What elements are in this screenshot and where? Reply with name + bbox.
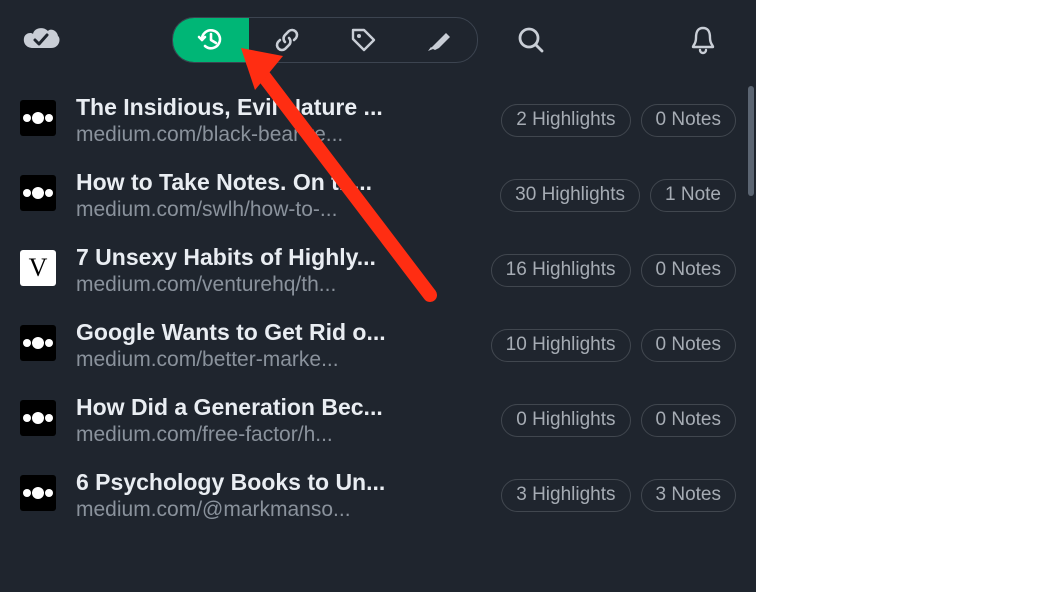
bell-icon [688, 24, 718, 56]
item-url: medium.com/venturehq/th... [76, 273, 386, 297]
notes-badge[interactable]: 0 Notes [641, 104, 736, 137]
list-item[interactable]: The Insidious, Evil Nature ... medium.co… [0, 84, 756, 159]
highlights-badge[interactable]: 2 Highlights [501, 104, 630, 137]
highlights-badge[interactable]: 16 Highlights [491, 254, 631, 287]
item-url: medium.com/@markmanso... [76, 498, 386, 522]
list-item[interactable]: V 7 Unsexy Habits of Highly... medium.co… [0, 234, 756, 309]
item-badges: 0 Highlights 0 Notes [501, 404, 736, 437]
search-icon [516, 25, 546, 55]
site-favicon [20, 475, 56, 511]
item-url: medium.com/better-marke... [76, 348, 386, 372]
highlighter-icon [424, 25, 454, 55]
highlights-badge[interactable]: 30 Highlights [500, 179, 640, 212]
cloud-check-icon [21, 26, 61, 54]
item-url: medium.com/swlh/how-to-... [76, 198, 386, 222]
list-item[interactable]: Google Wants to Get Rid o... medium.com/… [0, 309, 756, 384]
notes-badge[interactable]: 1 Note [650, 179, 736, 212]
item-text: How to Take Notes. On th... medium.com/s… [76, 169, 500, 222]
notes-badge[interactable]: 3 Notes [641, 479, 736, 512]
list-item[interactable]: How Did a Generation Bec... medium.com/f… [0, 384, 756, 459]
highlights-badge[interactable]: 10 Highlights [491, 329, 631, 362]
item-badges: 10 Highlights 0 Notes [491, 329, 736, 362]
item-title: How to Take Notes. On th... [76, 169, 416, 196]
item-url: medium.com/free-factor/h... [76, 423, 386, 447]
item-text: Google Wants to Get Rid o... medium.com/… [76, 319, 491, 372]
top-toolbar [0, 0, 756, 80]
item-badges: 3 Highlights 3 Notes [501, 479, 736, 512]
item-title: 6 Psychology Books to Un... [76, 469, 416, 496]
site-favicon [20, 175, 56, 211]
item-text: How Did a Generation Bec... medium.com/f… [76, 394, 501, 447]
tag-tab[interactable] [325, 17, 401, 63]
link-tab[interactable] [249, 17, 325, 63]
history-icon [196, 25, 226, 55]
notes-badge[interactable]: 0 Notes [641, 254, 736, 287]
notes-badge[interactable]: 0 Notes [641, 329, 736, 362]
item-title: 7 Unsexy Habits of Highly... [76, 244, 416, 271]
item-title: How Did a Generation Bec... [76, 394, 416, 421]
site-favicon [20, 400, 56, 436]
notifications-button[interactable] [680, 17, 726, 63]
notes-badge[interactable]: 0 Notes [641, 404, 736, 437]
filter-toolbar [172, 17, 478, 63]
item-badges: 2 Highlights 0 Notes [501, 104, 736, 137]
tag-icon [348, 25, 378, 55]
list-item[interactable]: 6 Psychology Books to Un... medium.com/@… [0, 459, 756, 534]
search-button[interactable] [508, 17, 554, 63]
site-favicon [20, 100, 56, 136]
highlighter-tab[interactable] [401, 17, 477, 63]
item-text: The Insidious, Evil Nature ... medium.co… [76, 94, 501, 147]
highlights-badge[interactable]: 0 Highlights [501, 404, 630, 437]
site-favicon [20, 325, 56, 361]
item-badges: 30 Highlights 1 Note [500, 179, 736, 212]
scrollbar-thumb[interactable] [748, 86, 754, 196]
link-icon [272, 25, 302, 55]
item-badges: 16 Highlights 0 Notes [491, 254, 736, 287]
highlights-badge[interactable]: 3 Highlights [501, 479, 630, 512]
sync-button[interactable] [20, 25, 62, 55]
item-text: 7 Unsexy Habits of Highly... medium.com/… [76, 244, 491, 297]
article-list: The Insidious, Evil Nature ... medium.co… [0, 80, 756, 534]
history-tab[interactable] [173, 17, 249, 63]
item-url: medium.com/black-bear-re... [76, 123, 386, 147]
site-favicon: V [20, 250, 56, 286]
list-item[interactable]: How to Take Notes. On th... medium.com/s… [0, 159, 756, 234]
item-title: Google Wants to Get Rid o... [76, 319, 416, 346]
item-title: The Insidious, Evil Nature ... [76, 94, 416, 121]
item-text: 6 Psychology Books to Un... medium.com/@… [76, 469, 501, 522]
